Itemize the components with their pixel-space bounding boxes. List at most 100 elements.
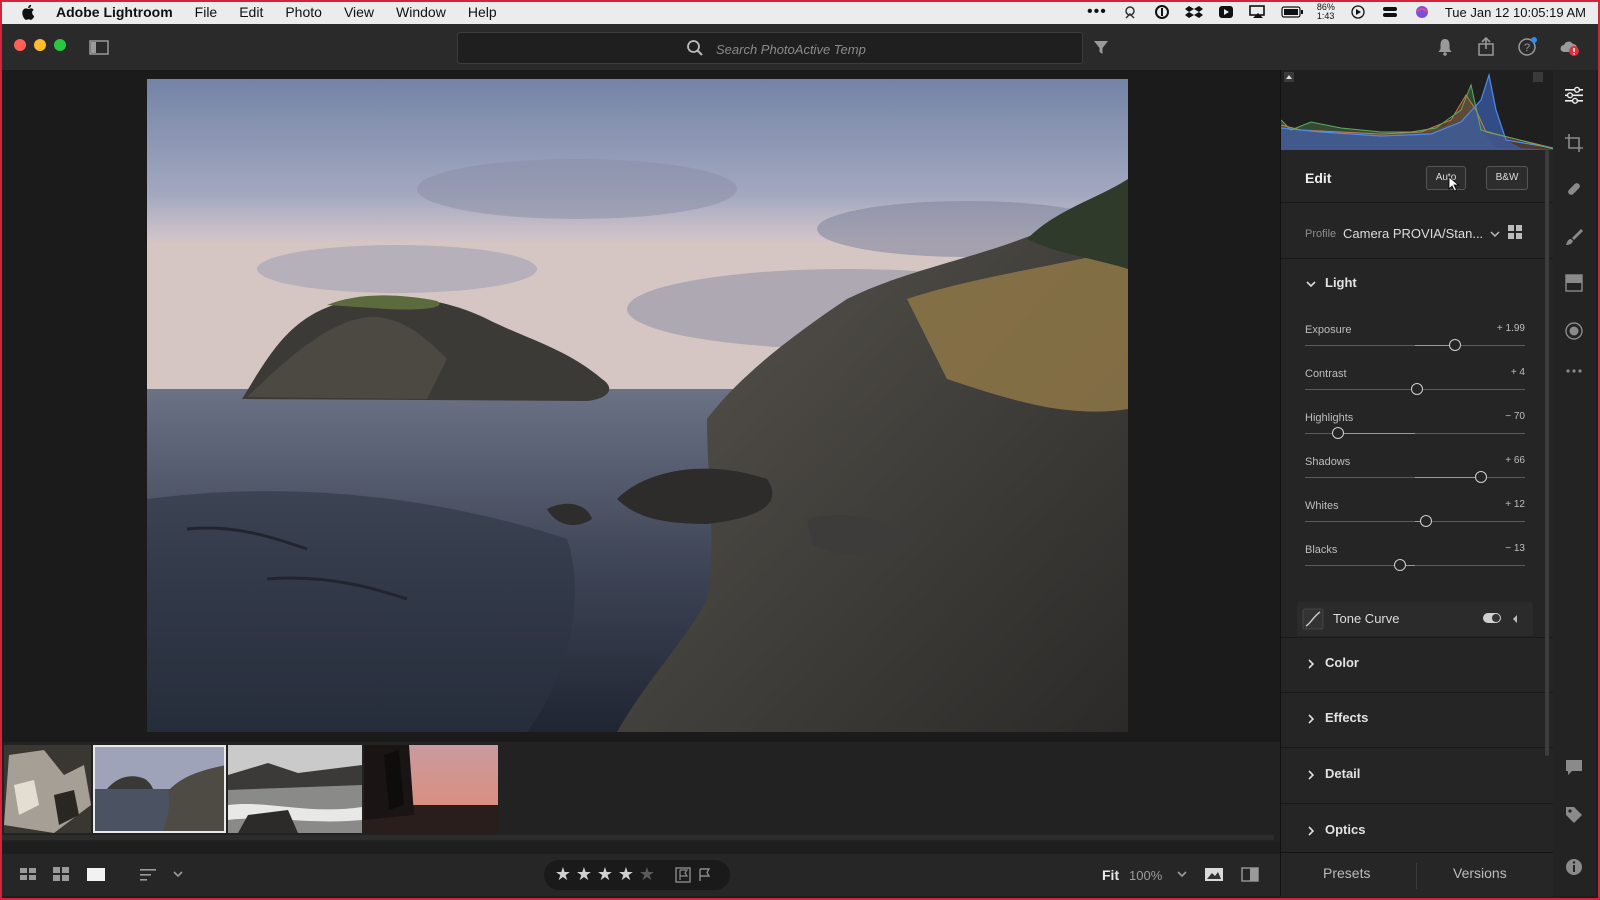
edit-sliders-icon[interactable]	[1563, 84, 1585, 106]
menu-file[interactable]: File	[195, 4, 218, 20]
detail-section-header[interactable]: Detail	[1281, 749, 1553, 804]
effects-section-header[interactable]: Effects	[1281, 693, 1553, 748]
onepassword-icon[interactable]	[1153, 5, 1171, 19]
clipping-shadow-icon[interactable]	[1284, 72, 1294, 82]
bw-button[interactable]: B&W	[1486, 166, 1528, 190]
filmstrip-thumbnail[interactable]	[364, 745, 498, 833]
slider-track[interactable]	[1305, 471, 1525, 483]
square-grid-view-icon[interactable]	[51, 864, 71, 884]
slider-value[interactable]: − 13	[1505, 543, 1525, 554]
optics-section-header[interactable]: Optics	[1281, 805, 1553, 852]
minimize-window-button[interactable]	[34, 39, 46, 51]
detail-view-icon[interactable]	[86, 864, 106, 884]
contrast-slider[interactable]: Contrast + 4	[1281, 366, 1553, 410]
linear-gradient-icon[interactable]	[1563, 272, 1585, 294]
star-icon[interactable]: ★	[617, 865, 635, 883]
cloud-sync-error-icon[interactable]	[1558, 36, 1580, 58]
play-icon[interactable]	[1349, 5, 1367, 19]
fit-zoom-button[interactable]: Fit	[1102, 867, 1119, 883]
tone-curve-row[interactable]: Tone Curve	[1297, 602, 1533, 636]
blacks-slider[interactable]: Blacks − 13	[1281, 542, 1553, 586]
slider-knob[interactable]	[1475, 471, 1487, 483]
sidebar-toggle-icon[interactable]	[88, 36, 110, 58]
tone-curve-toggle[interactable]	[1483, 613, 1501, 623]
slider-track[interactable]	[1305, 383, 1525, 395]
slider-track[interactable]	[1305, 559, 1525, 571]
menu-window[interactable]: Window	[396, 4, 446, 20]
radial-gradient-icon[interactable]	[1563, 320, 1585, 342]
apple-icon[interactable]	[20, 3, 38, 21]
close-window-button[interactable]	[14, 39, 26, 51]
slider-track[interactable]	[1305, 339, 1525, 351]
slider-value[interactable]: + 4	[1511, 367, 1525, 378]
slider-value[interactable]: − 70	[1505, 411, 1525, 422]
compare-view-icon[interactable]	[1240, 864, 1260, 884]
siri-icon[interactable]	[1413, 5, 1431, 19]
tab-presets[interactable]: Presets	[1323, 865, 1370, 881]
zoom-window-button[interactable]	[54, 39, 66, 51]
more-icon[interactable]: •••	[1087, 3, 1107, 21]
keywords-tag-icon[interactable]	[1563, 804, 1585, 826]
crop-icon[interactable]	[1563, 132, 1585, 154]
clipping-highlight-icon[interactable]	[1533, 72, 1543, 82]
menu-help[interactable]: Help	[468, 4, 497, 20]
screen-record-icon[interactable]	[1217, 5, 1235, 19]
slider-value[interactable]: + 12	[1505, 499, 1525, 510]
zoom-level[interactable]: 100%	[1129, 868, 1162, 883]
filmstrip-thumbnail[interactable]	[4, 745, 91, 833]
profile-chevron-down-icon[interactable]	[1489, 228, 1501, 240]
pick-flag-icon[interactable]	[674, 866, 692, 884]
slider-track[interactable]	[1305, 427, 1525, 439]
menu-view[interactable]: View	[344, 4, 374, 20]
share-icon[interactable]	[1475, 36, 1497, 58]
star-rating[interactable]: ★ ★ ★ ★ ★	[544, 860, 730, 890]
slider-knob[interactable]	[1420, 515, 1432, 527]
slider-knob[interactable]	[1393, 559, 1406, 571]
slider-value[interactable]: + 66	[1505, 455, 1525, 466]
search-input[interactable]	[714, 38, 1058, 60]
before-after-icon[interactable]	[1204, 864, 1224, 884]
sort-icon[interactable]	[138, 864, 158, 884]
tab-versions[interactable]: Versions	[1453, 865, 1507, 881]
star-icon[interactable]: ★	[575, 865, 593, 883]
slider-track[interactable]	[1305, 515, 1525, 527]
slider-knob[interactable]	[1411, 383, 1424, 395]
profile-value[interactable]: Camera PROVIA/Stan...	[1343, 226, 1483, 241]
highlights-slider[interactable]: Highlights − 70	[1281, 410, 1553, 454]
filmstrip-thumbnail[interactable]	[228, 745, 362, 833]
photo-grid-view-icon[interactable]	[18, 864, 38, 884]
info-icon[interactable]	[1563, 856, 1585, 878]
light-section-header[interactable]: Light	[1281, 258, 1553, 312]
edit-panel-scrollbar[interactable]	[1545, 150, 1549, 756]
main-photo[interactable]	[147, 79, 1128, 732]
filmstrip-scrollbar[interactable]	[2, 835, 1274, 840]
filmstrip-thumbnail-selected[interactable]	[93, 745, 226, 833]
whites-slider[interactable]: Whites + 12	[1281, 498, 1553, 542]
star-icon[interactable]: ★	[596, 865, 614, 883]
search-bar[interactable]	[457, 32, 1083, 64]
brush-icon[interactable]	[1563, 226, 1585, 248]
sort-chevron-down-icon[interactable]	[168, 864, 188, 884]
zoom-chevron-down-icon[interactable]	[1172, 864, 1192, 884]
filter-icon[interactable]	[1090, 36, 1112, 58]
help-icon[interactable]: ?	[1516, 36, 1538, 58]
profile-row[interactable]: Profile Camera PROVIA/Stan...	[1281, 204, 1553, 259]
shadows-slider[interactable]: Shadows + 66	[1281, 454, 1553, 498]
caret-left-icon[interactable]	[1511, 614, 1519, 624]
alfred-icon[interactable]	[1121, 5, 1139, 19]
more-options-icon[interactable]	[1563, 360, 1585, 382]
star-icon[interactable]: ★	[554, 865, 572, 883]
dropbox-icon[interactable]	[1184, 5, 1203, 19]
slider-value[interactable]: + 1.99	[1497, 323, 1525, 334]
menu-edit[interactable]: Edit	[239, 4, 263, 20]
exposure-slider[interactable]: Exposure + 1.99	[1281, 322, 1553, 366]
menu-photo[interactable]: Photo	[285, 4, 322, 20]
slider-knob[interactable]	[1448, 339, 1461, 351]
star-empty-icon[interactable]: ★	[638, 865, 656, 883]
color-section-header[interactable]: Color	[1281, 637, 1553, 693]
menu-app-name[interactable]: Adobe Lightroom	[56, 4, 173, 20]
profile-browser-icon[interactable]	[1507, 224, 1523, 240]
reject-flag-icon[interactable]	[696, 866, 714, 884]
comments-icon[interactable]	[1563, 756, 1585, 778]
auto-button[interactable]: Auto	[1426, 166, 1466, 190]
